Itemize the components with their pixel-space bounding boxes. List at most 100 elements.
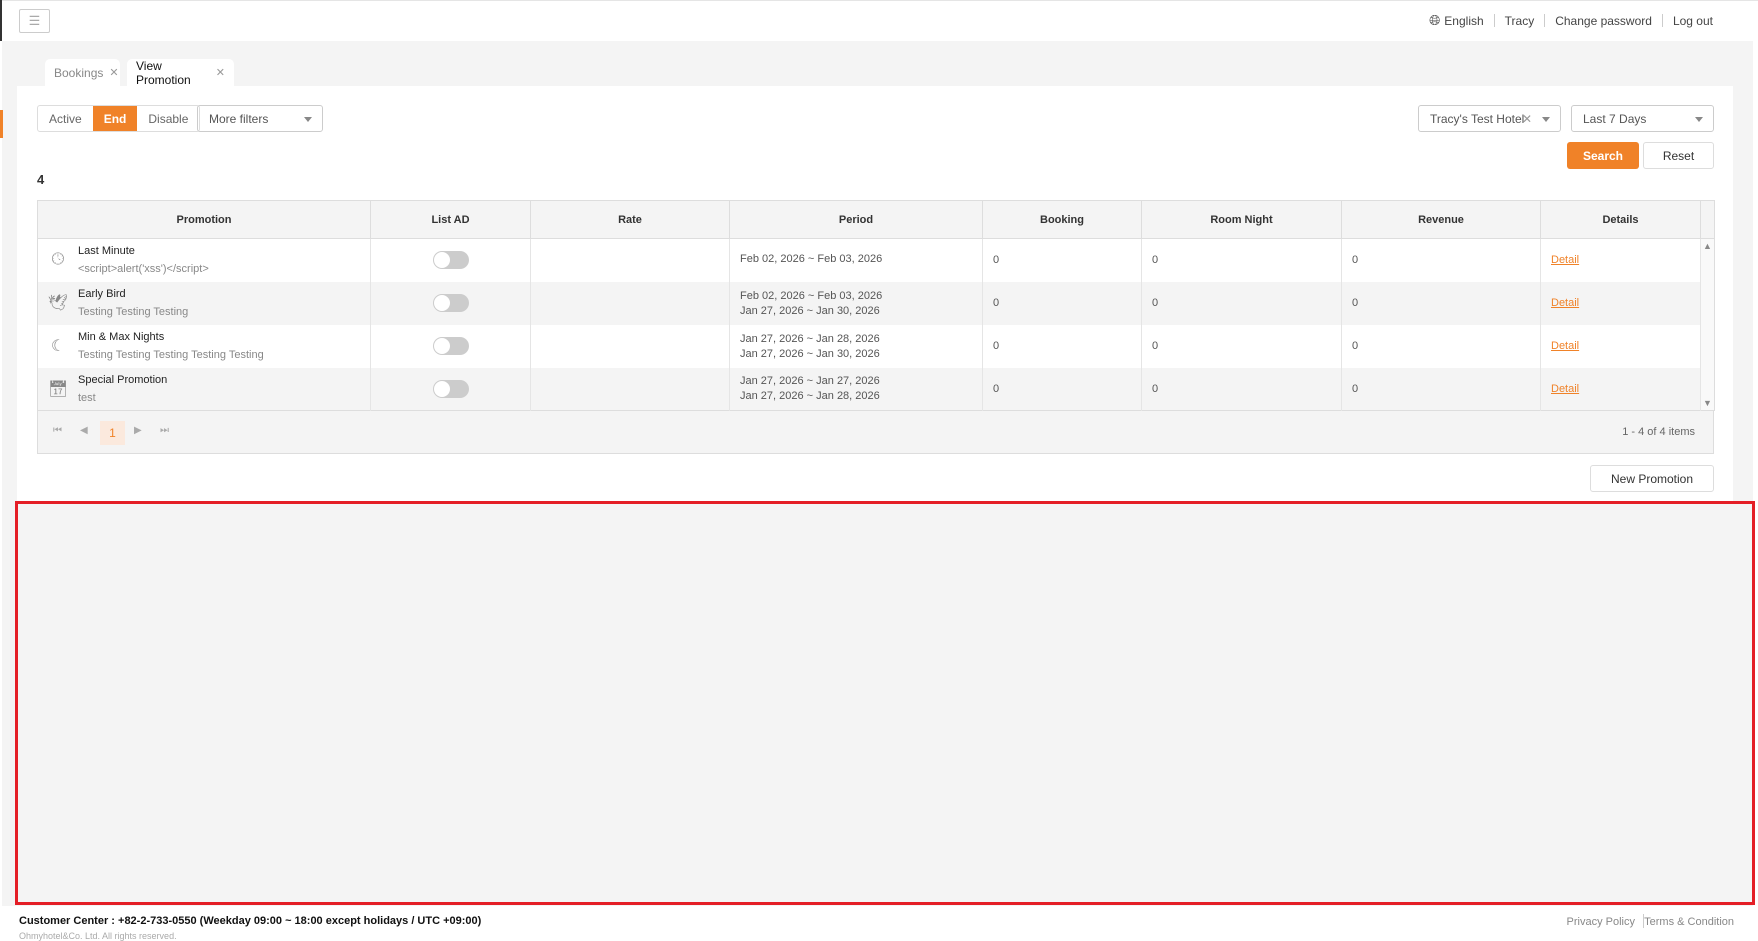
user-link[interactable]: Tracy	[1505, 14, 1535, 28]
filter-active[interactable]: Active	[38, 106, 93, 131]
list-ad-toggle[interactable]	[432, 251, 469, 270]
dropdown-label: More filters	[209, 111, 269, 126]
period-line: Feb 02, 2026 ~ Feb 03, 2026	[740, 252, 883, 265]
promotion-name: Last Minute	[78, 245, 135, 258]
reset-button[interactable]: Reset	[1643, 142, 1714, 169]
period-cell: Feb 02, 2026 ~ Feb 03, 2026 Jan 27, 2026 …	[729, 281, 983, 325]
highlight-box	[15, 501, 1755, 905]
next-page-icon[interactable]: ▶	[134, 425, 142, 436]
scroll-header	[1700, 200, 1715, 239]
period-line: Jan 27, 2026 ~ Jan 27, 2026	[740, 375, 880, 388]
room-night-cell: 0	[1141, 324, 1342, 368]
filter-disable[interactable]: Disable	[137, 106, 199, 131]
list-ad-toggle[interactable]	[432, 337, 469, 355]
language-selector[interactable]: English	[1444, 14, 1483, 28]
clear-icon[interactable]: ✕	[1522, 112, 1532, 126]
privacy-policy-link[interactable]: Privacy Policy	[1567, 916, 1635, 928]
list-ad-cell	[370, 281, 531, 325]
rate-cell	[530, 324, 730, 368]
table-row: ☾ Min & Max Nights Testing Testing Testing…	[37, 324, 1715, 368]
promotion-desc: Testing Testing Testing	[78, 306, 189, 318]
prev-page-icon[interactable]: ◀	[80, 425, 88, 436]
detail-link[interactable]: Detail	[1551, 297, 1579, 309]
list-ad-toggle[interactable]	[432, 294, 469, 312]
room-night-cell: 0	[1141, 367, 1342, 411]
period-line: Jan 27, 2026 ~ Jan 30, 2026	[740, 347, 880, 360]
new-promotion-button[interactable]: New Promotion	[1590, 465, 1714, 492]
period-line: Feb 02, 2026 ~ Feb 03, 2026	[740, 289, 883, 302]
close-icon[interactable]: ✕	[216, 66, 225, 79]
col-revenue: Revenue	[1341, 200, 1541, 239]
booking-cell: 0	[982, 324, 1142, 368]
promotion-name: Special Promotion	[78, 373, 168, 386]
col-room-night: Room Night	[1141, 200, 1342, 239]
period-line: Jan 27, 2026 ~ Jan 28, 2026	[740, 390, 880, 403]
filter-end[interactable]: End	[92, 106, 138, 131]
list-ad-cell	[370, 367, 531, 411]
active-indicator	[0, 110, 3, 138]
list-ad-cell	[370, 324, 531, 368]
period-cell: Feb 02, 2026 ~ Feb 03, 2026	[729, 238, 983, 282]
moon-icon: ☾	[50, 338, 66, 355]
table-row: 🕊︎ Early Bird Testing Testing Testing Feb 0…	[37, 281, 1715, 325]
period-line: Jan 27, 2026 ~ Jan 30, 2026	[740, 304, 880, 317]
page-1[interactable]: 1	[100, 421, 125, 445]
period-cell: Jan 27, 2026 ~ Jan 27, 2026 Jan 27, 2026 …	[729, 367, 983, 411]
list-ad-toggle[interactable]	[432, 379, 469, 398]
last-page-icon[interactable]: ⏭	[160, 425, 169, 436]
details-cell: Detail	[1540, 367, 1701, 411]
promotion-desc: test	[78, 391, 96, 404]
search-button[interactable]: Search	[1567, 142, 1639, 169]
pagination: ⏮ ◀ 1 ▶ ⏭ 1 - 4 of 4 items	[37, 411, 1714, 454]
promotion-desc: Testing Testing Testing Testing Testing	[78, 349, 264, 361]
col-list-ad: List AD	[370, 200, 531, 239]
clock-icon: 🕓︎	[51, 251, 65, 269]
tab-bookings[interactable]: Bookings ✕	[45, 59, 120, 86]
col-booking: Booking	[982, 200, 1142, 239]
rate-cell	[530, 367, 730, 411]
hotel-select[interactable]: Tracy's Test Hotel ✕	[1418, 105, 1561, 132]
promotion-desc: <script>alert('xss')</script>	[78, 263, 209, 276]
table-row: 📅︎ Special Promotion test Jan 27, 2026 ~ Ja…	[37, 367, 1715, 411]
more-filters-dropdown[interactable]: More filters	[197, 105, 323, 132]
revenue-cell: 0	[1341, 238, 1541, 282]
bird-icon: 🕊︎	[47, 295, 69, 312]
close-icon[interactable]: ✕	[109, 66, 118, 79]
tab-view-promotion[interactable]: View Promotion ✕	[127, 58, 234, 87]
date-range-select[interactable]: Last 7 Days	[1571, 105, 1714, 132]
revenue-cell: 0	[1341, 281, 1541, 325]
tab-label: View Promotion	[136, 58, 191, 87]
rate-cell	[530, 281, 730, 325]
promotion-cell: 🕓︎ Last Minute <script>alert('xss')</scrip…	[37, 238, 371, 282]
detail-link[interactable]: Detail	[1551, 340, 1579, 352]
col-promotion: Promotion	[37, 200, 371, 239]
booking-cell: 0	[982, 238, 1142, 282]
result-count: 4	[37, 172, 45, 187]
change-password-link[interactable]: Change password	[1555, 14, 1652, 28]
booking-cell: 0	[982, 281, 1142, 325]
promotion-table: Promotion List AD Rate Period Booking Ro…	[37, 200, 1715, 411]
room-night-cell: 0	[1141, 281, 1342, 325]
globe-icon: 🌐︎	[1429, 12, 1441, 28]
date-range-value: Last 7 Days	[1583, 111, 1647, 126]
left-edge	[0, 0, 2, 41]
period-line: Jan 27, 2026 ~ Jan 28, 2026	[740, 332, 880, 345]
booking-cell: 0	[982, 367, 1142, 411]
logout-link[interactable]: Log out	[1673, 14, 1713, 28]
copyright: Ohmyhotel&Co. Ltd. All rights reserved.	[19, 931, 177, 941]
detail-link[interactable]: Detail	[1551, 383, 1579, 395]
table-scrollbar[interactable]: ▲ ▼	[1700, 238, 1715, 411]
detail-link[interactable]: Detail	[1551, 254, 1579, 266]
customer-center: Customer Center : +82-2-733-0550 (Weekda…	[19, 915, 482, 927]
promotion-cell: 📅︎ Special Promotion test	[37, 367, 371, 411]
details-cell: Detail	[1540, 238, 1701, 282]
tab-label: Bookings	[54, 65, 104, 80]
menu-button[interactable]: ☰	[19, 9, 50, 33]
terms-link[interactable]: Terms & Condition	[1644, 916, 1734, 928]
scroll-down-icon[interactable]: ▼	[1703, 398, 1712, 408]
caret-down-icon	[1542, 117, 1550, 122]
first-page-icon[interactable]: ⏮	[53, 425, 62, 436]
hamburger-icon: ☰	[28, 13, 41, 28]
scroll-up-icon[interactable]: ▲	[1703, 241, 1712, 251]
details-cell: Detail	[1540, 324, 1701, 368]
